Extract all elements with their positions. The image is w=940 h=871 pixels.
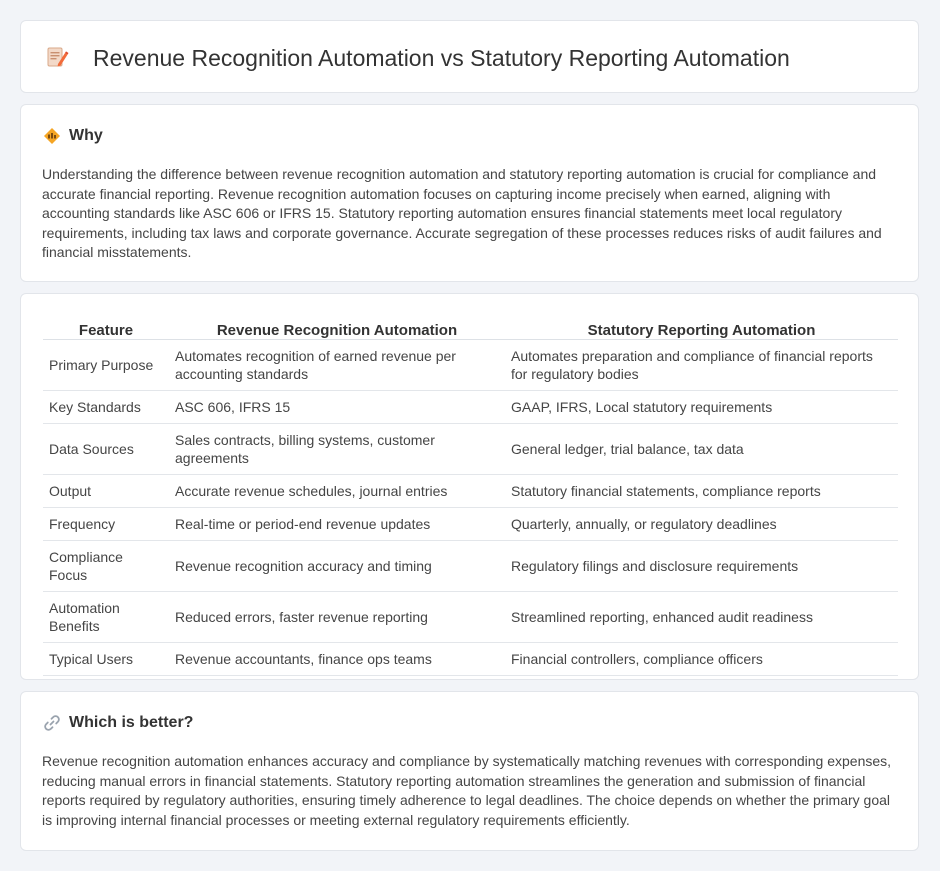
comparison-table: Feature Revenue Recognition Automation S…	[43, 316, 898, 676]
feature-cell: Frequency	[43, 507, 169, 541]
header-statutory-reporting: Statutory Reporting Automation	[505, 316, 898, 340]
statutory-cell: Financial controllers, compliance office…	[505, 642, 898, 676]
comparison-section: Feature Revenue Recognition Automation S…	[20, 293, 919, 680]
table-row: Typical Users Revenue accountants, finan…	[43, 642, 898, 676]
header-feature: Feature	[43, 316, 169, 340]
statutory-cell: Statutory financial statements, complian…	[505, 474, 898, 508]
table-row: Compliance Focus Revenue recognition acc…	[43, 540, 898, 592]
table-row: Key Standards ASC 606, IFRS 15 GAAP, IFR…	[43, 390, 898, 424]
feature-cell: Automation Benefits	[43, 591, 169, 643]
link-icon	[43, 714, 61, 732]
revenue-cell: Automates recognition of earned revenue …	[169, 339, 505, 391]
better-text: Revenue recognition automation enhances …	[42, 753, 892, 828]
why-heading-row: Why	[43, 125, 103, 147]
feature-cell: Typical Users	[43, 642, 169, 676]
feature-cell: Output	[43, 474, 169, 508]
title-card: Revenue Recognition Automation vs Statut…	[20, 20, 919, 93]
revenue-cell: Reduced errors, faster revenue reporting	[169, 591, 505, 643]
statutory-cell: General ledger, trial balance, tax data	[505, 423, 898, 475]
statutory-cell: Quarterly, annually, or regulatory deadl…	[505, 507, 898, 541]
revenue-cell: Accurate revenue schedules, journal entr…	[169, 474, 505, 508]
statutory-cell: Automates preparation and compliance of …	[505, 339, 898, 391]
which-is-better-section: Which is better? Revenue recognition aut…	[20, 691, 919, 851]
revenue-cell: ASC 606, IFRS 15	[169, 390, 505, 424]
statutory-cell: GAAP, IFRS, Local statutory requirements	[505, 390, 898, 424]
table-row: Primary Purpose Automates recognition of…	[43, 339, 898, 391]
statutory-cell: Regulatory filings and disclosure requir…	[505, 540, 898, 592]
revenue-cell: Sales contracts, billing systems, custom…	[169, 423, 505, 475]
table-row: Data Sources Sales contracts, billing sy…	[43, 423, 898, 475]
why-section: Why Understanding the difference between…	[20, 104, 919, 282]
page-title: Revenue Recognition Automation vs Statut…	[93, 45, 790, 71]
table-row: Automation Benefits Reduced errors, fast…	[43, 591, 898, 643]
feature-cell: Data Sources	[43, 423, 169, 475]
why-text: Understanding the difference between rev…	[42, 166, 882, 261]
revenue-cell: Revenue accountants, finance ops teams	[169, 642, 505, 676]
diamond-sign-icon	[43, 127, 61, 145]
document-pencil-icon	[45, 45, 69, 69]
feature-cell: Compliance Focus	[43, 540, 169, 592]
better-heading-row: Which is better?	[43, 712, 193, 734]
revenue-cell: Revenue recognition accuracy and timing	[169, 540, 505, 592]
table-row: Frequency Real-time or period-end revenu…	[43, 507, 898, 541]
statutory-cell: Streamlined reporting, enhanced audit re…	[505, 591, 898, 643]
revenue-cell: Real-time or period-end revenue updates	[169, 507, 505, 541]
better-heading: Which is better?	[69, 714, 194, 731]
header-revenue-recognition: Revenue Recognition Automation	[169, 316, 505, 340]
why-heading: Why	[69, 127, 103, 144]
feature-cell: Primary Purpose	[43, 339, 169, 391]
table-header-row: Feature Revenue Recognition Automation S…	[43, 316, 898, 340]
feature-cell: Key Standards	[43, 390, 169, 424]
table-row: Output Accurate revenue schedules, journ…	[43, 474, 898, 508]
